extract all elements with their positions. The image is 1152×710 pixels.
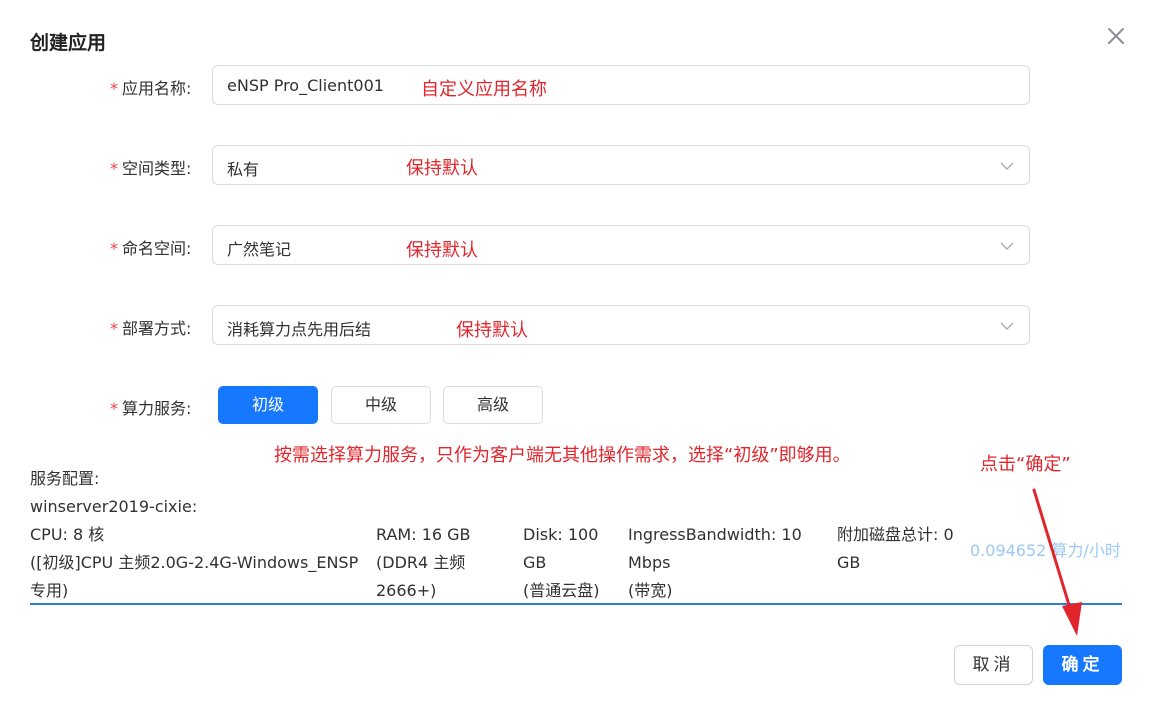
ok-button[interactable]: 确定 [1043,645,1122,685]
tier-advanced-button[interactable]: 高级 [443,386,543,424]
tier-medium-button[interactable]: 中级 [331,386,431,424]
chevron-down-icon [1000,322,1014,330]
deploy-mode-select[interactable]: 消耗算力点先用后结 [212,305,1030,345]
disk-spec: Disk: 100 GB (普通云盘) [523,525,600,600]
required-mark: * [110,399,118,418]
deploy-mode-value: 消耗算力点先用后结 [227,320,372,339]
deploy-mode-label: * 部署方式: [110,319,192,338]
required-mark: * [110,239,118,258]
namespace-annotation: 保持默认 [406,240,478,261]
bandwidth-spec: IngressBandwidth: 10 Mbps (带宽) [628,525,802,600]
namespace-label: * 命名空间: [110,239,192,258]
ram-spec: RAM: 16 GB (DDR4 主频 2666+) [376,525,471,600]
service-config-heading: 服务配置: [30,469,100,488]
close-icon[interactable] [1104,24,1128,48]
dialog-title: 创建应用 [30,32,107,54]
cpu-spec: CPU: 8 核 ([初级]CPU 主频2.0G-2.4G-Windows_EN… [30,525,359,600]
deploy-mode-annotation: 保持默认 [456,320,528,341]
chevron-down-icon [1000,242,1014,250]
tier-basic-button[interactable]: 初级 [218,386,318,424]
required-mark: * [110,319,118,338]
required-mark: * [110,79,118,98]
compute-annotation: 按需选择算力服务，只作为客户端无其他操作需求，选择“初级”即够用。 [274,445,851,466]
namespace-value: 广然笔记 [227,240,292,259]
confirm-annotation: 点击“确定” [980,454,1071,475]
app-name-annotation: 自定义应用名称 [421,79,547,100]
extra-disk-spec: 附加磁盘总计: 0 GB [837,525,954,572]
space-type-label: * 空间类型: [110,159,192,178]
namespace-select[interactable]: 广然笔记 [212,225,1030,265]
chevron-down-icon [1000,162,1014,170]
app-name-value: eNSP Pro_Client001 [227,76,384,95]
cancel-button[interactable]: 取消 [954,645,1033,685]
space-type-select[interactable]: 私有 [212,145,1030,185]
config-divider [30,603,1122,605]
space-type-annotation: 保持默认 [406,158,478,179]
required-mark: * [110,159,118,178]
service-image-name: winserver2019-cixie: [30,497,198,516]
app-name-label: * 应用名称: [110,79,192,98]
space-type-value: 私有 [227,160,260,179]
compute-label: * 算力服务: [110,399,192,418]
app-name-input[interactable]: eNSP Pro_Client001 [212,65,1030,105]
create-app-dialog: 创建应用 * 应用名称: eNSP Pro_Client001 自定义应用名称 *… [0,0,1152,710]
red-arrow-icon [1032,488,1082,636]
